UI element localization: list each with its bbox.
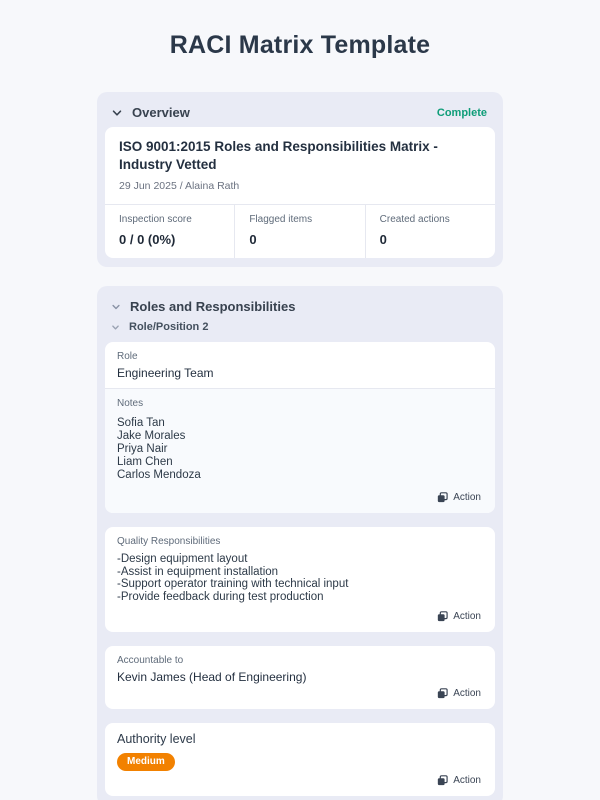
create-action-icon — [437, 611, 448, 622]
overview-card: ISO 9001:2015 Roles and Responsibilities… — [105, 127, 495, 258]
accountable-card: Accountable to Kevin James (Head of Engi… — [105, 646, 495, 709]
authority-badge: Medium — [117, 753, 175, 771]
chevron-down-icon — [107, 107, 123, 119]
accountable-label: Accountable to — [117, 655, 483, 666]
stat-value: 0 / 0 (0%) — [119, 232, 220, 247]
roles-section-title: Roles and Responsibilities — [130, 299, 295, 314]
stat-label: Created actions — [380, 214, 481, 225]
role-label: Role — [117, 351, 483, 362]
stat-value: 0 — [249, 232, 350, 247]
role-value: Engineering Team — [117, 366, 483, 380]
action-button[interactable]: Action — [435, 773, 483, 788]
roles-section: Roles and Responsibilities Role/Position… — [97, 286, 503, 800]
authority-label: Authority level — [117, 732, 483, 746]
chevron-down-icon — [107, 323, 120, 332]
overview-section-title: Overview — [132, 105, 190, 120]
create-action-icon — [437, 775, 448, 786]
overview-section-header[interactable]: Overview Complete — [105, 98, 495, 127]
inspection-meta: 29 Jun 2025 / Alaina Rath — [119, 180, 481, 192]
quality-line: -Provide feedback during test production — [117, 591, 483, 604]
stat-inspection-score: Inspection score 0 / 0 (0%) — [105, 205, 234, 258]
create-action-icon — [437, 492, 448, 503]
create-action-icon — [437, 688, 448, 699]
status-badge: Complete — [437, 107, 487, 119]
overview-section: Overview Complete ISO 9001:2015 Roles an… — [97, 92, 503, 267]
stat-label: Flagged items — [249, 214, 350, 225]
inspection-title: ISO 9001:2015 Roles and Responsibilities… — [119, 138, 481, 174]
role-position-title: Role/Position 2 — [129, 321, 208, 333]
note-line: Sofia Tan — [117, 417, 483, 430]
role-position-header[interactable]: Role/Position 2 — [105, 319, 495, 342]
quality-line: -Design equipment layout — [117, 553, 483, 566]
role-card: Role Engineering Team Notes Sofia Tan Ja… — [105, 342, 495, 513]
quality-line: -Assist in equipment installation — [117, 566, 483, 579]
roles-section-header[interactable]: Roles and Responsibilities — [105, 292, 495, 319]
stat-label: Inspection score — [119, 214, 220, 225]
action-label: Action — [453, 492, 481, 503]
authority-card: Authority level Medium Action — [105, 723, 495, 796]
stats-row: Inspection score 0 / 0 (0%) Flagged item… — [105, 204, 495, 258]
page-title: RACI Matrix Template — [0, 31, 600, 60]
quality-line: -Support operator training with technica… — [117, 578, 483, 591]
note-line: Liam Chen — [117, 456, 483, 469]
note-line: Jake Morales — [117, 430, 483, 443]
stat-created-actions: Created actions 0 — [365, 205, 495, 258]
quality-responsibilities-card: Quality Responsibilities -Design equipme… — [105, 527, 495, 632]
action-label: Action — [453, 611, 481, 622]
action-button[interactable]: Action — [435, 686, 483, 701]
action-button[interactable]: Action — [435, 490, 483, 505]
stat-value: 0 — [380, 232, 481, 247]
action-label: Action — [453, 688, 481, 699]
note-line: Carlos Mendoza — [117, 469, 483, 482]
stat-flagged-items: Flagged items 0 — [234, 205, 364, 258]
note-line: Priya Nair — [117, 443, 483, 456]
notes-label: Notes — [117, 398, 483, 409]
quality-label: Quality Responsibilities — [117, 536, 483, 547]
chevron-down-icon — [107, 302, 121, 312]
action-button[interactable]: Action — [435, 609, 483, 624]
action-label: Action — [453, 775, 481, 786]
accountable-value: Kevin James (Head of Engineering) — [117, 670, 483, 684]
